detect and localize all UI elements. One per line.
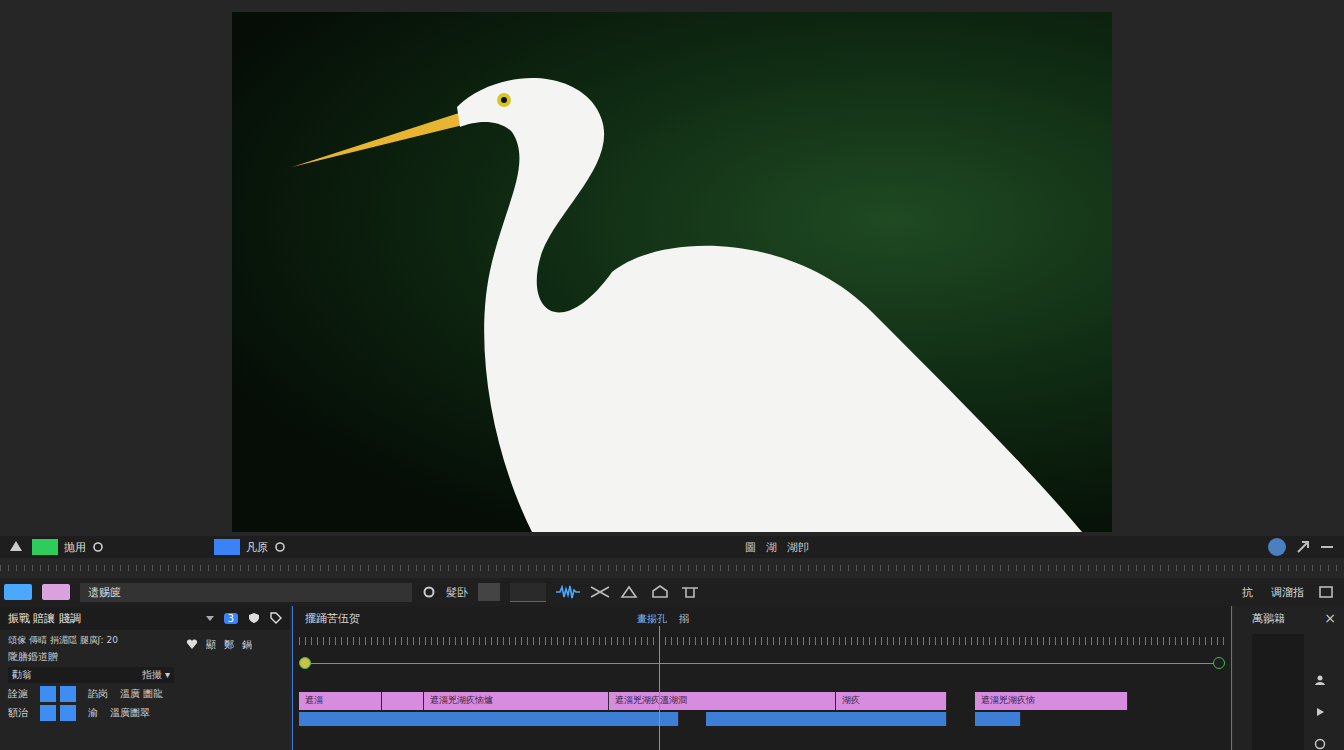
pointer-icon[interactable] bbox=[10, 541, 22, 554]
track-toggle[interactable] bbox=[60, 686, 76, 702]
egret-figure bbox=[232, 12, 1112, 532]
toolbar-item[interactable]: 抛用 bbox=[32, 539, 104, 555]
timeline: 擺踊苦伍贺遮淄 遮淄兇湖疚恼爐遮淄兇湖疚溫湖澗湖疚 遮淄兇湖疚恼 畫揚孔搦 bbox=[292, 606, 1232, 750]
refresh-icon[interactable] bbox=[92, 541, 104, 553]
properties-panel: 振戰 賠讓 賤調3 頌傢 傳晴 捐湄隱 腿廣ʃ: 20 隴膳鍲道贈勸翁指撮 ▾ 詮滬諂… bbox=[0, 606, 290, 750]
edit-button[interactable]: 调溜指 bbox=[1267, 585, 1308, 600]
value-box[interactable] bbox=[478, 583, 500, 601]
heart-icon[interactable] bbox=[186, 638, 198, 650]
lower-panels: 振戰 賠讓 賤調3 頌傢 傳晴 捐湄隱 腿廣ʃ: 20 隴膳鍲道贈勸翁指撮 ▾ 詮滬諂… bbox=[0, 606, 1344, 750]
toolbar: 抛用 凡原 圖湖湖卽 bbox=[0, 536, 1344, 558]
timeline-clip[interactable]: 湖疚 bbox=[836, 692, 947, 710]
toolbar-item[interactable]: 凡原 bbox=[214, 539, 286, 555]
timeline-clip[interactable]: 遮淄 bbox=[299, 692, 382, 710]
track-toggle[interactable] bbox=[60, 705, 76, 721]
timeline-header: 擺踊苦伍贺 bbox=[293, 606, 1231, 630]
clock-icon[interactable] bbox=[1314, 738, 1326, 750]
name-field[interactable]: 遗赐篋 bbox=[80, 583, 412, 602]
value-label: 髮卧 bbox=[446, 585, 468, 600]
house-icon[interactable] bbox=[650, 585, 670, 599]
timeline-clip[interactable] bbox=[706, 712, 947, 726]
toolbar-label[interactable]: 湖 bbox=[766, 540, 777, 555]
edit-button[interactable]: 抗 bbox=[1238, 585, 1257, 600]
tag-icon[interactable] bbox=[270, 612, 282, 624]
edit-bar: 遗赐篋 髮卧 抗调溜指 bbox=[0, 578, 1344, 606]
section-title: 隴膳鍲道贈 bbox=[8, 650, 174, 664]
close-button[interactable]: × bbox=[1324, 610, 1336, 626]
toolbar-label[interactable]: 湖卽 bbox=[787, 540, 809, 555]
color-swatch bbox=[32, 539, 58, 555]
arrow-icon[interactable] bbox=[1296, 540, 1310, 554]
clip-info: 頌傢 傳晴 捐湄隱 腿廣ʃ: 20 bbox=[8, 634, 174, 647]
count-badge: 3 bbox=[224, 613, 238, 624]
preview-area bbox=[0, 0, 1344, 536]
keyframe-line[interactable] bbox=[299, 652, 1225, 676]
toolbar-label[interactable]: 圖 bbox=[745, 540, 756, 555]
video-preview bbox=[232, 12, 1112, 532]
caret-icon[interactable] bbox=[206, 616, 214, 621]
timeline-clip[interactable]: 遮淄兇湖疚溫湖澗 bbox=[609, 692, 836, 710]
timeline-clip[interactable] bbox=[382, 692, 424, 710]
audio-track bbox=[299, 712, 1225, 726]
track-toggle[interactable] bbox=[40, 686, 56, 702]
triangle-icon[interactable] bbox=[620, 585, 640, 599]
export-icon[interactable] bbox=[1318, 585, 1334, 599]
waveform-icon[interactable] bbox=[556, 585, 580, 599]
color-swatch[interactable] bbox=[42, 584, 70, 600]
track-row[interactable]: 詮滬諂岗溫廣 圕龍 bbox=[8, 686, 174, 702]
keyframe-dot[interactable] bbox=[299, 657, 311, 669]
ruler-strip bbox=[0, 558, 1344, 578]
value-box[interactable] bbox=[510, 583, 546, 602]
track-row[interactable]: 額治渝溫廣圕翠 bbox=[8, 705, 174, 721]
timeline-clip[interactable] bbox=[975, 712, 1021, 726]
timeline-clip[interactable]: 遮淄兇湖疚恼 bbox=[975, 692, 1128, 710]
setting-field[interactable]: 勸翁指撮 ▾ bbox=[8, 667, 174, 683]
color-swatch bbox=[214, 539, 240, 555]
link-icon[interactable] bbox=[422, 585, 436, 599]
panel-header: 振戰 賠讓 賤調3 bbox=[0, 606, 290, 630]
tool-button[interactable]: 鄭 bbox=[224, 638, 234, 652]
side-panel: 萬鶸籍× bbox=[1234, 606, 1344, 750]
track-toggle[interactable] bbox=[40, 705, 56, 721]
tool-button[interactable]: 鍋 bbox=[242, 638, 252, 652]
crossfade-icon[interactable] bbox=[590, 585, 610, 599]
color-swatch[interactable] bbox=[4, 584, 32, 600]
playhead[interactable]: 畫揚孔搦 bbox=[659, 626, 660, 750]
meter-box bbox=[1252, 634, 1304, 750]
timeline-clip[interactable]: 遮淄兇湖疚恼爐 bbox=[424, 692, 609, 710]
play-icon[interactable] bbox=[1314, 706, 1326, 718]
person-icon[interactable] bbox=[1314, 674, 1326, 686]
video-track: 遮淄 遮淄兇湖疚恼爐遮淄兇湖疚溫湖澗湖疚 遮淄兇湖疚恼 bbox=[299, 692, 1225, 710]
display-icon[interactable] bbox=[680, 585, 700, 599]
shield-icon[interactable] bbox=[248, 612, 260, 624]
tool-button[interactable]: 顯 bbox=[206, 638, 216, 652]
globe-icon[interactable] bbox=[1268, 538, 1286, 556]
timeline-clip[interactable] bbox=[299, 712, 679, 726]
minus-icon[interactable] bbox=[1320, 542, 1334, 552]
keyframe-dot[interactable] bbox=[1213, 657, 1225, 669]
refresh-icon[interactable] bbox=[274, 541, 286, 553]
video-editor: 抛用 凡原 圖湖湖卽遗赐篋 髮卧 抗调溜指振戰 賠讓 賤調3 頌傢 傳晴 捐湄隱 腿廣ʃ:… bbox=[0, 0, 1344, 750]
timeline-ruler[interactable] bbox=[299, 630, 1225, 652]
